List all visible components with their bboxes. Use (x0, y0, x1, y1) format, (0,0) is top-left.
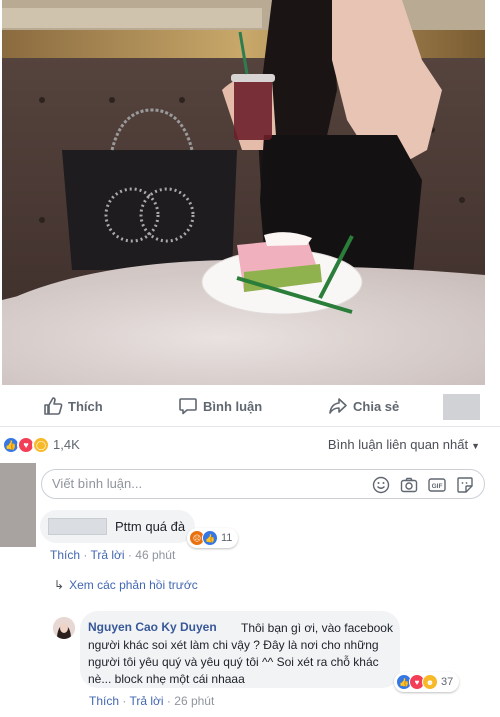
comment-sort-dropdown[interactable]: Bình luận liên quan nhất ▼ (328, 437, 480, 452)
caret-down-icon: ▼ (471, 441, 480, 451)
reply-reactions[interactable]: 👍 ♥ ☻ 37 (394, 672, 460, 692)
share-arrow-icon (329, 398, 347, 414)
comment-composer[interactable]: GIF (41, 469, 485, 499)
comment-label: Bình luận (203, 398, 263, 414)
redacted-author-name[interactable] (48, 518, 107, 535)
sticker-icon[interactable] (456, 476, 474, 494)
post-action-bar: Thích Bình luận Chia sẻ (0, 385, 500, 427)
svg-text:GIF: GIF (432, 483, 443, 490)
gif-icon[interactable]: GIF (428, 476, 446, 494)
comment-reaction-count: 11 (221, 532, 233, 544)
view-previous-replies-link[interactable]: ↳ Xem các phản hồi trước (54, 578, 198, 592)
reaction-icons[interactable]: 👍 ♥ ◯ (2, 436, 50, 454)
reaction-count[interactable]: 1,4K (53, 437, 80, 452)
share-button[interactable]: Chia sẻ (328, 395, 399, 417)
camera-icon[interactable] (400, 476, 418, 494)
view-previous-label: Xem các phản hồi trước (69, 578, 198, 592)
comment-button[interactable]: Bình luận (178, 395, 262, 417)
reply-bubble: Nguyen Cao Ky Duyen Thôi bạn gì ơi, vào … (80, 611, 400, 688)
page-avatar-selector[interactable] (443, 394, 480, 420)
like-icon: 👍 (202, 530, 218, 546)
reply-author-avatar[interactable] (53, 617, 75, 639)
comment-text: Pttm quá đà (115, 519, 186, 534)
comment-reply-link[interactable]: Trả lời (90, 548, 124, 562)
comment-reactions[interactable]: ☹ 👍 11 (187, 528, 239, 548)
avatar-photo (53, 617, 75, 639)
wow-icon: ◯ (32, 436, 50, 454)
reply-meta: Thích · Trả lời · 26 phút (89, 694, 214, 708)
reply-reaction-count: 37 (441, 676, 454, 688)
reply-arrow-icon: ↳ (54, 578, 65, 592)
like-button[interactable]: Thích (43, 395, 103, 417)
comment-like-link[interactable]: Thích (50, 548, 80, 562)
reply-like-link[interactable]: Thích (89, 694, 119, 708)
reply-text: Thôi bạn gì ơi, vào facebook người khác … (88, 621, 397, 686)
post-photo-illustration (2, 0, 485, 385)
reply-reply-link[interactable]: Trả lời (129, 694, 163, 708)
current-user-avatar (0, 463, 36, 547)
comment-meta: Thích · Trả lời · 46 phút (50, 548, 175, 562)
share-label: Chia sẻ (353, 398, 400, 414)
emoji-icon[interactable] (372, 476, 390, 494)
thumbs-up-icon (44, 397, 63, 415)
reaction-summary: 👍 ♥ ◯ 1,4K Bình luận liên quan nhất ▼ (0, 427, 500, 463)
comment-input[interactable] (52, 476, 352, 491)
comment-icon (179, 398, 197, 415)
like-label: Thích (68, 398, 103, 414)
post-photo[interactable] (2, 0, 485, 385)
comment-sort-label: Bình luận liên quan nhất (327, 437, 469, 452)
reply-text-block: Thôi bạn gì ơi, vào facebook người khác … (88, 620, 398, 688)
reply-time[interactable]: 26 phút (174, 694, 214, 708)
comment-bubble: Pttm quá đà (40, 510, 195, 543)
haha-icon: ☻ (422, 674, 438, 690)
comment-time[interactable]: 46 phút (135, 548, 175, 562)
